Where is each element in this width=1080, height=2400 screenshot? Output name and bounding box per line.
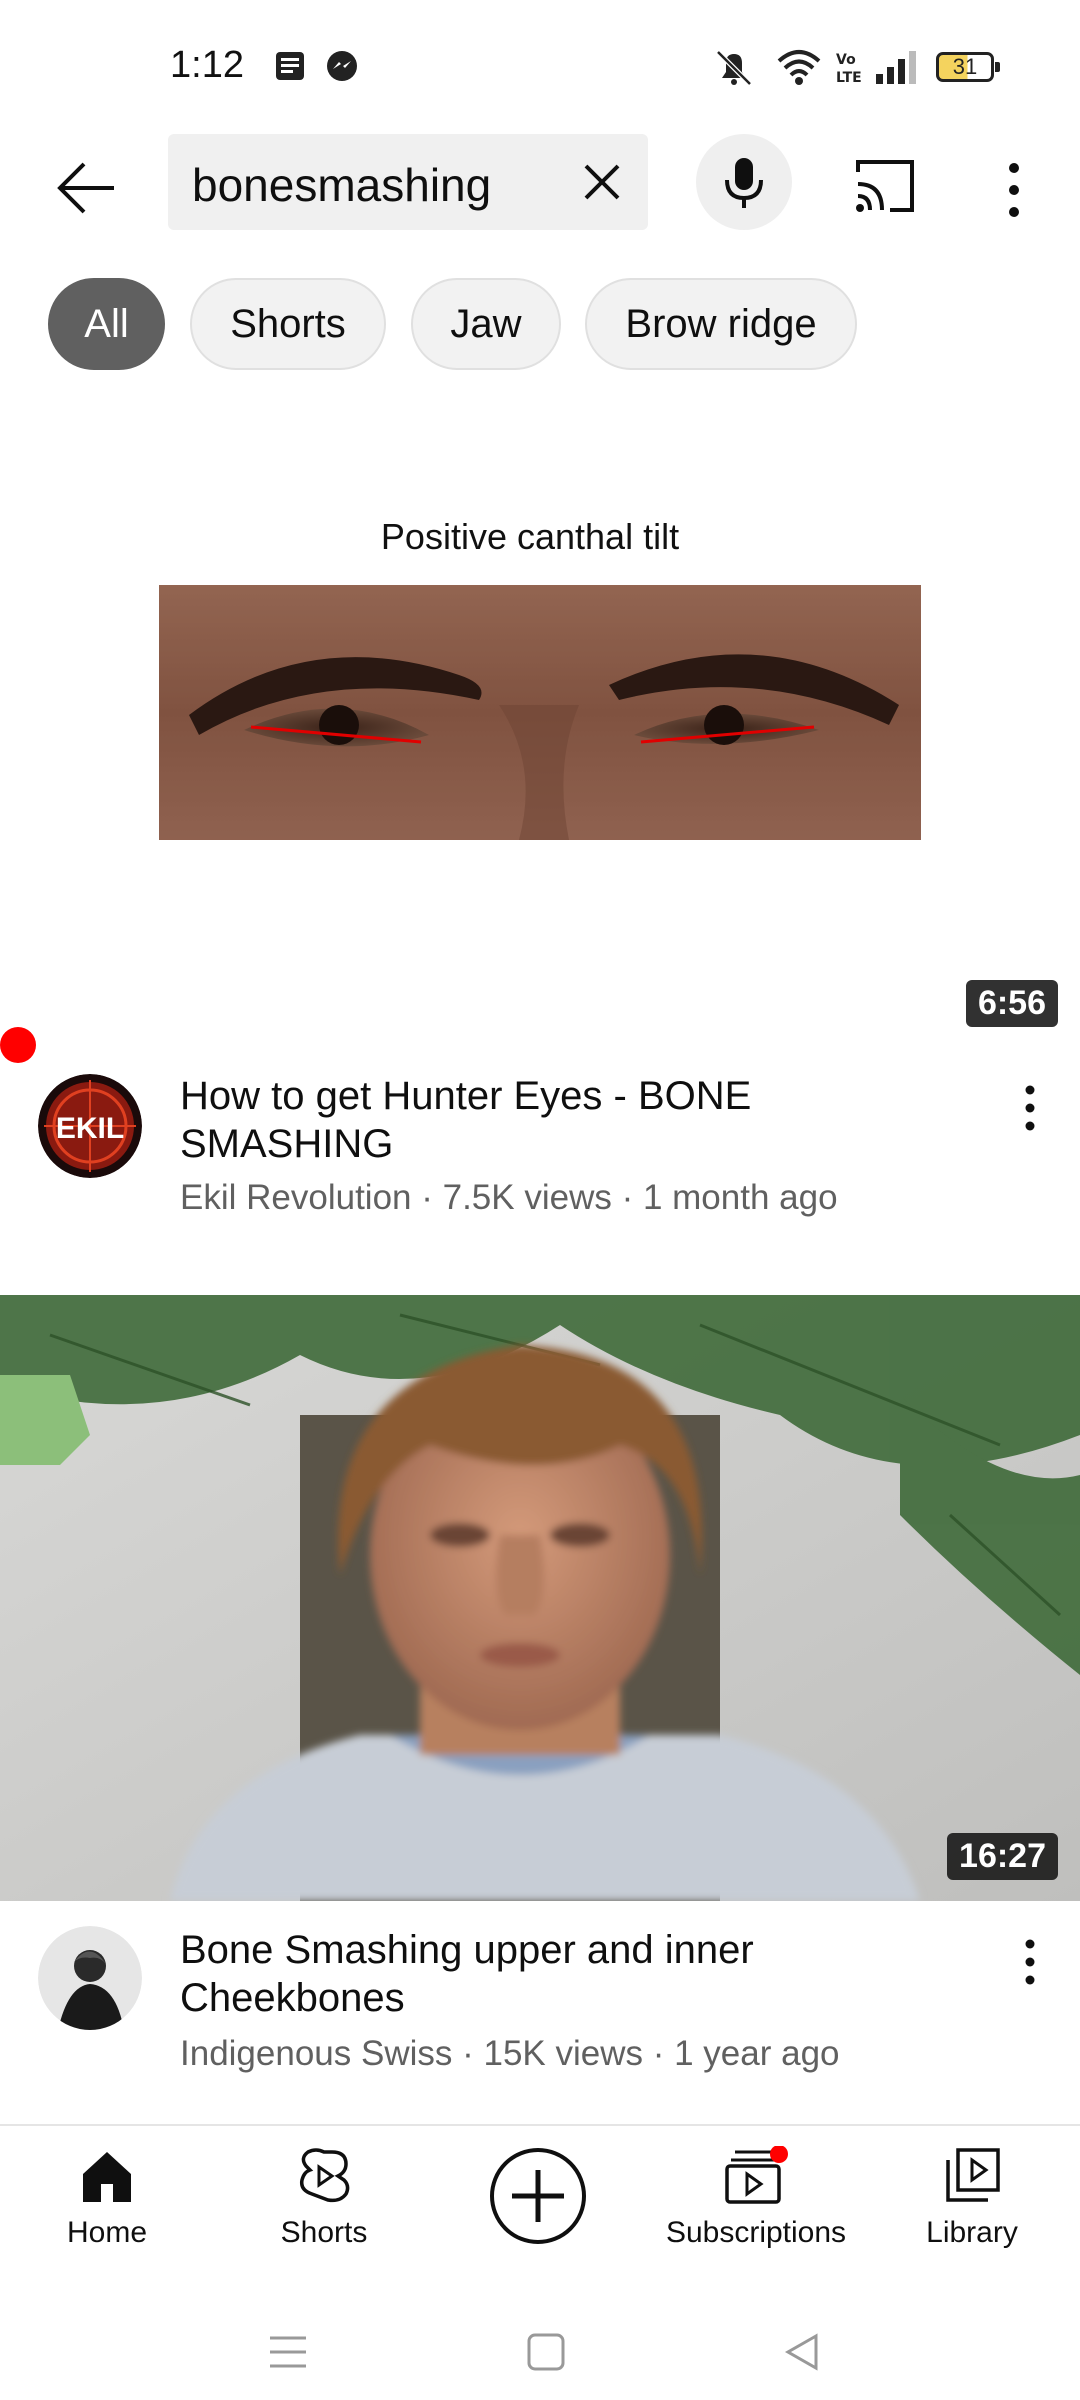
channel-avatar[interactable]: EKIL <box>38 1074 142 1178</box>
chip-all[interactable]: All <box>48 278 165 370</box>
signal-icon <box>876 51 916 84</box>
svg-text:Vo: Vo <box>836 52 856 68</box>
subscriptions-icon <box>725 2146 788 2204</box>
cast-icon[interactable] <box>852 156 918 216</box>
battery-icon: 31 <box>936 52 1000 82</box>
nav-library[interactable]: Library <box>872 2146 1072 2250</box>
messenger-icon <box>327 51 357 81</box>
chip-shorts[interactable]: Shorts <box>190 278 386 370</box>
home-icon <box>83 2152 131 2202</box>
video-thumbnail[interactable]: 16:27 <box>0 1295 1080 1901</box>
plus-icon <box>512 2170 564 2222</box>
menu-icon[interactable] <box>268 2332 308 2372</box>
back-triangle-icon[interactable] <box>782 2332 822 2372</box>
home-square-icon[interactable] <box>526 2332 566 2372</box>
search-query: bonesmashing <box>192 159 492 211</box>
thumbnail-caption: Positive canthal tilt <box>380 516 680 557</box>
status-time: 1:12 <box>170 44 244 86</box>
mic-icon <box>725 158 763 208</box>
voice-search-button[interactable] <box>696 134 792 230</box>
video-subtitle: Ekil Revolution · 7.5K views · 1 month a… <box>180 1178 838 1217</box>
channel-avatar[interactable] <box>38 1926 142 2030</box>
portrait-image <box>0 1295 1080 1901</box>
nav-subscriptions[interactable]: Subscriptions <box>656 2146 856 2250</box>
library-icon <box>946 2148 1000 2202</box>
nav-home[interactable]: Home <box>7 2146 207 2250</box>
video-title[interactable]: How to get Hunter Eyes - BONE SMASHING <box>180 1072 960 1168</box>
video-thumbnail[interactable]: Positive canthal tilt 6:56 <box>0 440 1080 1040</box>
video-more-icon[interactable] <box>1010 1934 1050 1994</box>
wifi-icon <box>777 50 821 85</box>
create-button[interactable] <box>490 2148 586 2244</box>
nav-shorts-label: Shorts <box>280 2216 368 2249</box>
nav-home-label: Home <box>66 2216 148 2249</box>
video-title[interactable]: Bone Smashing upper and inner Cheekbones <box>180 1926 960 2022</box>
nav-subscriptions-label: Subscriptions <box>665 2216 847 2249</box>
clear-icon[interactable] <box>578 158 626 206</box>
search-input[interactable]: bonesmashing <box>168 134 648 230</box>
search-header: bonesmashing <box>0 130 1080 250</box>
video-duration: 6:56 <box>965 980 1058 1027</box>
news-icon <box>276 52 304 80</box>
video-subtitle: Indigenous Swiss · 15K views · 1 year ag… <box>180 2034 840 2073</box>
chip-brow-ridge[interactable]: Brow ridge <box>585 278 857 370</box>
back-arrow-icon[interactable] <box>52 152 124 224</box>
notification-dot <box>0 1027 36 1063</box>
system-navigation <box>0 2300 1080 2400</box>
shorts-icon <box>299 2148 350 2203</box>
ekil-logo-icon: EKIL <box>38 1074 142 1178</box>
nav-shorts[interactable]: Shorts <box>224 2146 424 2250</box>
svg-text:EKIL: EKIL <box>56 1112 124 1145</box>
nav-library-label: Library <box>926 2216 1018 2249</box>
eyes-image <box>159 585 921 840</box>
video-duration: 16:27 <box>947 1833 1058 1880</box>
svg-text:LTE: LTE <box>836 70 862 86</box>
mute-icon <box>716 50 752 86</box>
avatar-image <box>38 1926 142 2030</box>
volte-icon: Vo LTE <box>836 52 862 86</box>
chip-jaw[interactable]: Jaw <box>411 278 561 370</box>
bottom-navigation: Home Shorts Subscriptions Library <box>0 2124 1080 2302</box>
video-more-icon[interactable] <box>1010 1080 1050 1140</box>
status-bar: 1:12 Vo LTE 31 <box>0 0 1080 130</box>
more-vert-icon[interactable] <box>990 154 1038 226</box>
